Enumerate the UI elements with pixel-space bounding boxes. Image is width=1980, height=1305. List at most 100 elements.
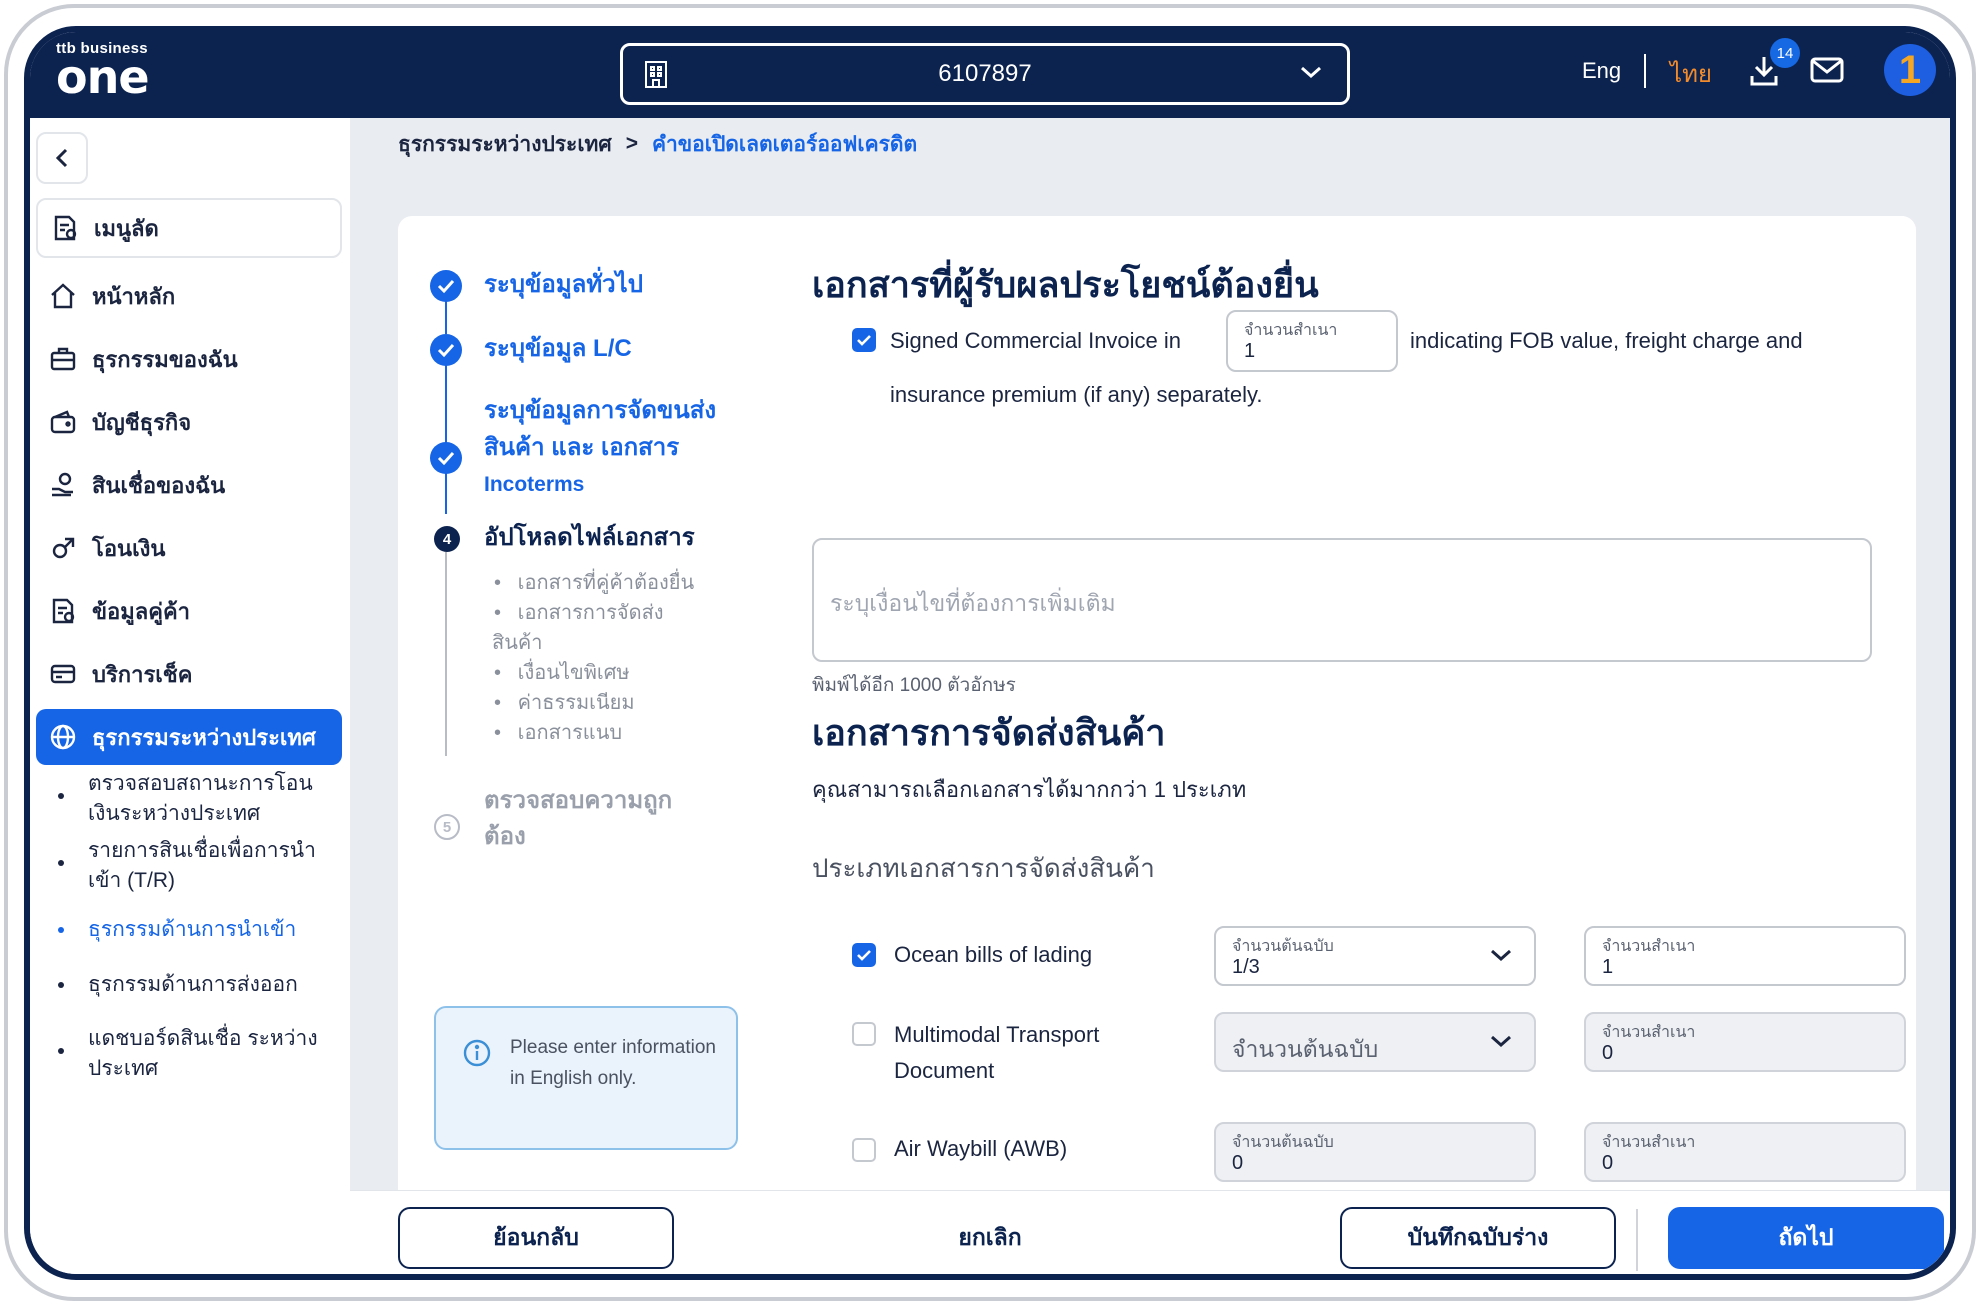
avatar[interactable]: 1 (1884, 44, 1936, 96)
cancel-button[interactable]: ยกเลิก (910, 1207, 1070, 1269)
step-3-label-line2[interactable]: สินค้า และ เอกสาร (484, 429, 679, 467)
invoice-text-before: Signed Commercial Invoice in (890, 328, 1182, 353)
sidebar-item-cheque[interactable]: บริการเช็ค (36, 646, 342, 702)
sidebar-item-label: โอนเงิน (92, 535, 166, 561)
info-box: Please enter information in English only… (434, 1006, 738, 1150)
avatar-glyph: 1 (1898, 47, 1922, 92)
copies-label: จำนวนสำเนา (1602, 1134, 1696, 1151)
sidebar-item-business-accounts[interactable]: บัญชีธุรกิจ (36, 394, 342, 450)
globe-icon (48, 722, 78, 752)
partner-icon (48, 596, 78, 626)
step-2-label[interactable]: ระบุข้อมูล L/C (484, 330, 632, 368)
sidebar-subitem-transfer-status[interactable]: ตรวจสอบสถานะการโอนเงินระหว่างประเทศ (58, 769, 338, 829)
step-4-label: อัปโหลดไฟล์เอกสาร (484, 524, 695, 551)
sidebar-collapse-button[interactable] (36, 132, 88, 184)
check-icon (430, 334, 462, 366)
step-5-label-line2: ต้อง (484, 823, 526, 850)
invoice-text-line2: insurance premium (if any) separately. (890, 382, 1263, 407)
invoice-copies-field[interactable]: จำนวนสำเนา 1 (1226, 310, 1398, 372)
save-draft-button[interactable]: บันทึกฉบับร่าง (1340, 1207, 1616, 1269)
info-icon (462, 1038, 492, 1073)
sidebar-subitem-export[interactable]: ธุรกรรมด้านการส่งออก (58, 970, 338, 1000)
account-selector[interactable]: 6107897 (620, 43, 1350, 105)
footer-separator (1636, 1209, 1638, 1271)
sidebar-item-label: สินเชื่อของฉัน (92, 472, 226, 498)
info-text: Please enter information in English only… (510, 1037, 716, 1089)
ocean-bl-checkbox[interactable] (852, 943, 876, 967)
invoice-checkbox[interactable] (852, 328, 876, 352)
invoice-text-after: indicating FOB value, freight charge and (1410, 328, 1803, 353)
step-4-sub-beneficiary: • เอกสารที่คู่ค้าต้องยื่น (494, 572, 695, 594)
sidebar-item-my-loans[interactable]: สินเชื่อของฉัน (36, 457, 342, 513)
bullet-dot (58, 1048, 64, 1054)
sidebar-subitem-import[interactable]: ธุรกรรมด้านการนำเข้า (58, 915, 338, 945)
ocean-bl-copies-field[interactable]: จำนวนสำเนา 1 (1584, 926, 1906, 986)
shortcut-menu[interactable]: เมนูลัด (36, 198, 342, 258)
additional-conditions-textarea[interactable]: ระบุเงื่อนไขที่ต้องการเพิ่มเติม (812, 538, 1872, 662)
briefcase-icon (48, 344, 78, 374)
next-button[interactable]: ถัดไป (1668, 1207, 1944, 1269)
sidebar-item-transfer[interactable]: โอนเงิน (36, 520, 342, 576)
step-4-sub-shipping: • เอกสารการจัดส่ง (494, 602, 664, 624)
sidebar-item-home[interactable]: หน้าหลัก (36, 268, 342, 324)
language-separator (1644, 54, 1646, 88)
logo-big-text: one (56, 50, 150, 104)
mail-icon[interactable] (1810, 56, 1844, 89)
bullet-dot (58, 793, 64, 799)
step-3-label-line1[interactable]: ระบุข้อมูลการจัดขนส่ง (484, 392, 716, 430)
originals-placeholder: จำนวนต้นฉบับ (1232, 1036, 1379, 1062)
step-connector (445, 472, 447, 514)
sidebar-subitem-label: ธุรกรรมด้านการส่งออก (88, 973, 298, 996)
awb-copies-field[interactable]: จำนวนสำเนา 0 (1584, 1122, 1906, 1182)
chevron-down-icon (1490, 948, 1512, 967)
sidebar-subitem-import-loans[interactable]: รายการสินเชื่อเพื่อการนำเข้า (T/R) (58, 836, 338, 896)
step-1-label[interactable]: ระบุข้อมูลทั่วไป (484, 266, 643, 304)
step-connector (445, 552, 447, 756)
sidebar-subitem-loan-dashboard[interactable]: แดชบอร์ดสินเชื่อ ระหว่างประเทศ (58, 1024, 338, 1084)
section-title-shipping-docs: เอกสารการจัดส่งสินค้า (812, 712, 1166, 753)
breadcrumb-parent[interactable]: ธุรกรรมระหว่างประเทศ (398, 128, 612, 161)
copies-label: จำนวนสำเนา (1602, 938, 1696, 955)
step-4-number: 4 (434, 526, 460, 552)
step-5-number: 5 (434, 814, 460, 840)
step-connector (445, 364, 447, 444)
sidebar-item-label: ธุรกรรมระหว่างประเทศ (92, 724, 316, 750)
multimodal-originals-select[interactable]: จำนวนต้นฉบับ (1214, 1012, 1536, 1072)
footer-bar: ย้อนกลับ ยกเลิก บันทึกฉบับร่าง ถัดไป (350, 1190, 1950, 1274)
sidebar-item-label: บัญชีธุรกิจ (92, 409, 192, 435)
step-3-label-line3[interactable]: Incoterms (484, 466, 584, 504)
logo[interactable]: ttb business one (56, 40, 150, 104)
textarea-placeholder: ระบุเงื่อนไขที่ต้องการเพิ่มเติม (830, 590, 1116, 616)
multimodal-checkbox[interactable] (852, 1022, 876, 1046)
download-badge: 14 (1770, 38, 1800, 68)
sidebar-item-international[interactable]: ธุรกรรมระหว่างประเทศ (36, 709, 342, 765)
sidebar-item-label: บริการเช็ค (92, 661, 193, 687)
chevron-left-icon (55, 148, 68, 168)
char-counter: พิมพ์ได้อีก 1000 ตัวอักษร (812, 675, 1016, 696)
language-thai[interactable]: ไทย (1670, 54, 1712, 93)
bullet-dot (58, 927, 64, 933)
originals-label: จำนวนต้นฉบับ (1232, 1134, 1334, 1151)
home-icon (48, 281, 78, 311)
chevron-down-icon (1490, 1034, 1512, 1053)
sidebar-item-my-transactions[interactable]: ธุรกรรมของฉัน (36, 331, 342, 387)
step-4-sub-attachments: • เอกสารแนบ (494, 722, 623, 744)
awb-checkbox[interactable] (852, 1138, 876, 1162)
step-4-sub-label: เอกสารการจัดส่ง (517, 602, 664, 624)
multimodal-copies-field[interactable]: จำนวนสำเนา 0 (1584, 1012, 1906, 1072)
sidebar-item-partners[interactable]: ข้อมูลคู่ค้า (36, 583, 342, 639)
breadcrumb-separator: > (625, 132, 638, 155)
awb-originals-field[interactable]: จำนวนต้นฉบับ 0 (1214, 1122, 1536, 1182)
step-4-sub-label: เอกสารแนบ (517, 722, 623, 744)
language-eng[interactable]: Eng (1582, 58, 1621, 84)
step-5-label-line1: ตรวจสอบความถูก (484, 787, 673, 814)
multimodal-label-line2: Document (894, 1058, 995, 1083)
top-bar: ttb business one 6107897 Eng ไทย 14 1 (30, 32, 1950, 118)
back-button[interactable]: ย้อนกลับ (398, 1207, 674, 1269)
shipping-type-heading: ประเภทเอกสารการจัดส่งสินค้า (812, 853, 1155, 883)
app-window: ttb business one 6107897 Eng ไทย 14 1 เม… (24, 26, 1956, 1280)
breadcrumb-current: คำขอเปิดเลตเตอร์ออฟเครดิต (651, 132, 918, 156)
invoice-copies-value: 1 (1244, 340, 1256, 362)
copies-value: 0 (1602, 1152, 1614, 1174)
ocean-bl-originals-select[interactable]: จำนวนต้นฉบับ 1/3 (1214, 926, 1536, 986)
